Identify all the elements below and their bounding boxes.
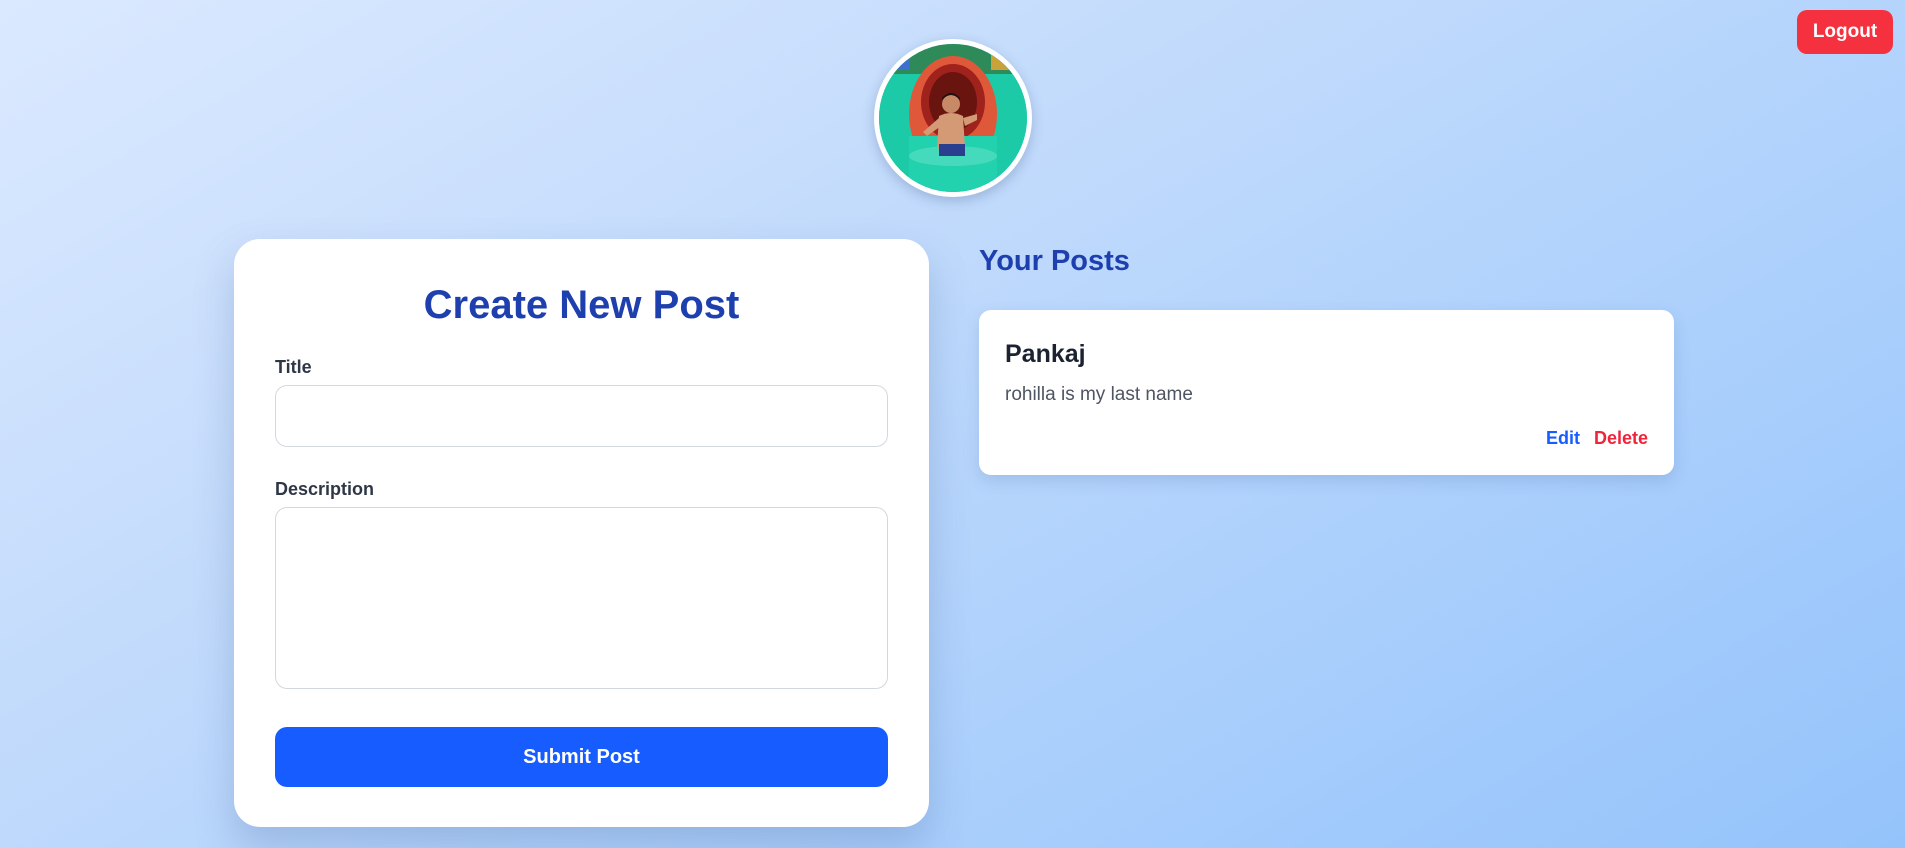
post-title: Pankaj (1005, 340, 1086, 368)
title-input[interactable] (275, 385, 888, 447)
edit-post-button[interactable]: Edit (1546, 428, 1580, 449)
logout-button[interactable]: Logout (1797, 10, 1893, 54)
post-description: rohilla is my last name (1005, 384, 1193, 405)
create-post-card: Create New Post Title Description Submit… (234, 239, 929, 827)
submit-post-button[interactable]: Submit Post (275, 727, 888, 787)
description-label: Description (275, 479, 375, 499)
post-actions: Edit Delete (1546, 428, 1648, 449)
posts-heading: Your Posts (979, 245, 1130, 277)
avatar (874, 39, 1032, 197)
description-input[interactable] (275, 507, 888, 689)
create-post-heading: Create New Post (423, 283, 740, 327)
title-label: Title (275, 357, 312, 377)
delete-post-button[interactable]: Delete (1594, 428, 1648, 449)
profile-photo-icon (879, 44, 1027, 192)
post-card: Pankaj rohilla is my last name Edit Dele… (979, 310, 1674, 475)
